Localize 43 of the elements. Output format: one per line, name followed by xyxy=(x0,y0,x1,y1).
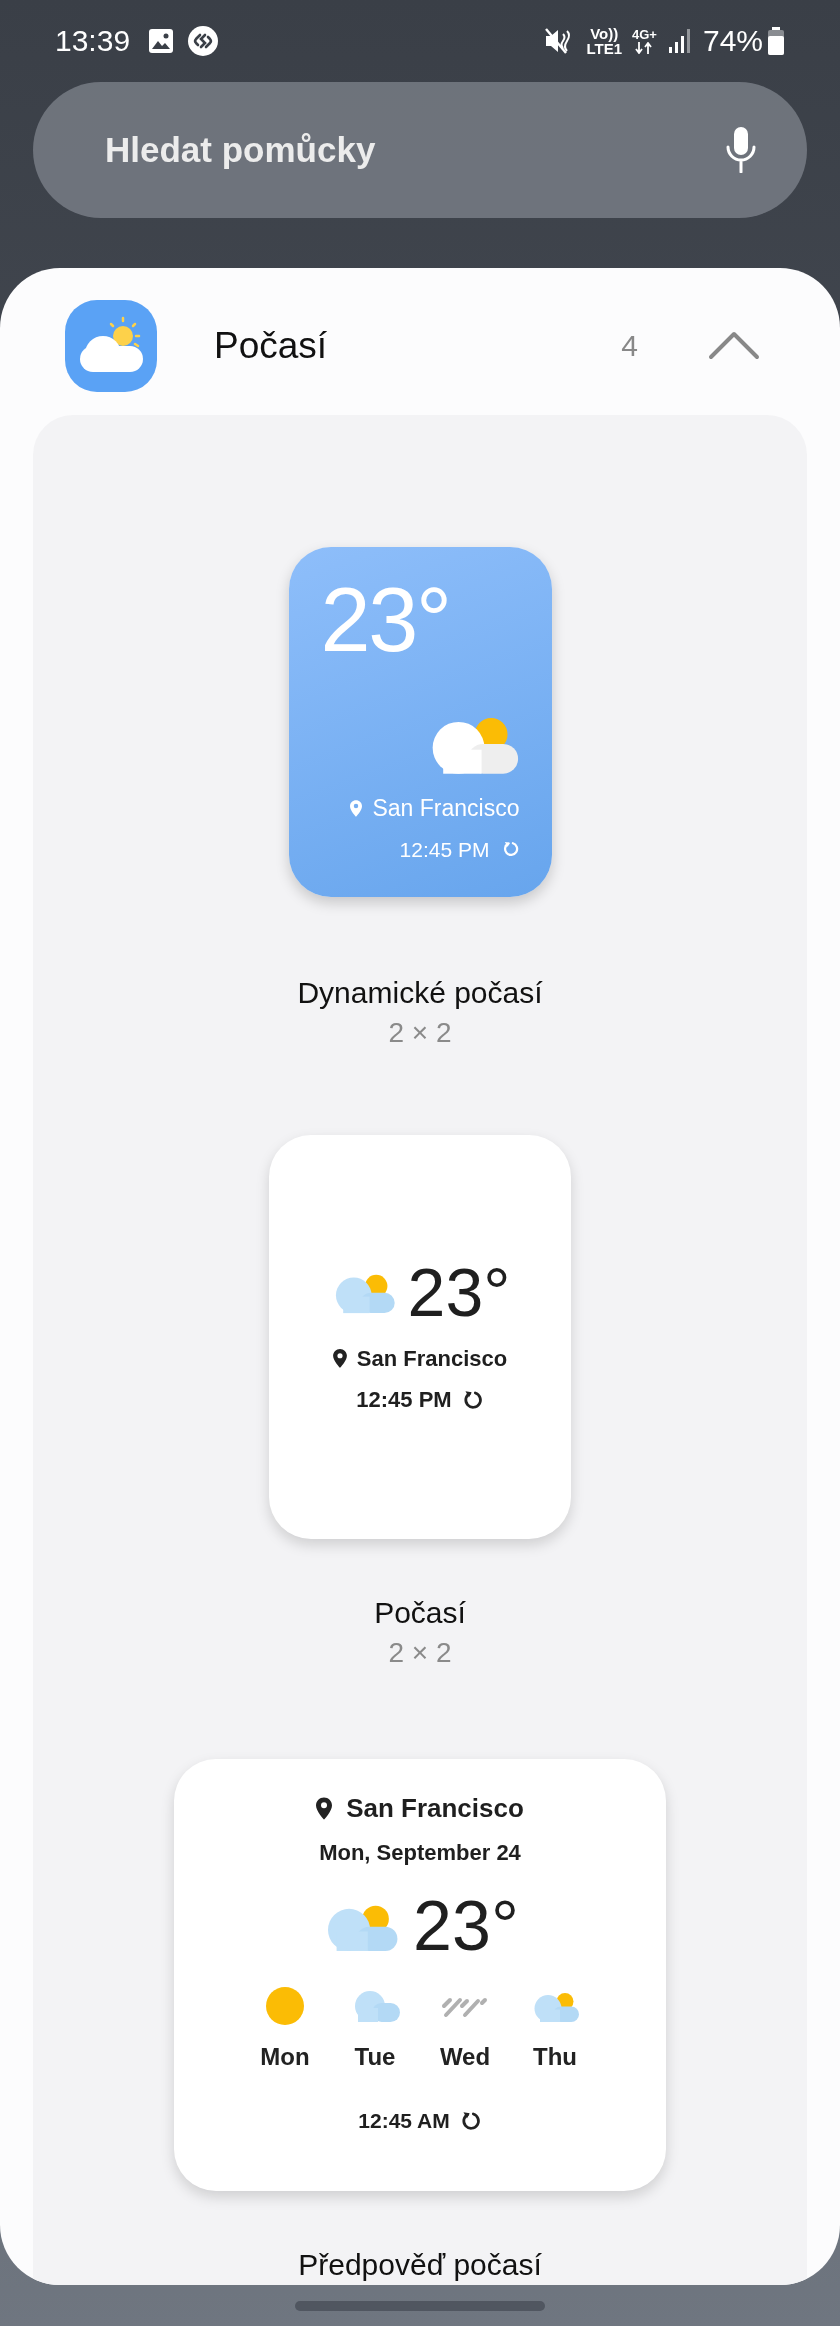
microphone-icon[interactable] xyxy=(725,127,757,173)
search-field[interactable]: Hledat pomůcky xyxy=(33,82,807,218)
widget-size: 2 × 2 xyxy=(388,1016,452,1050)
widget-size: 2 × 2 xyxy=(388,1636,452,1670)
weather-widget[interactable]: 23° San Francisco 12:45 PM xyxy=(269,1135,571,1539)
update-time: 12:45 AM xyxy=(358,2108,450,2134)
location-pin-icon xyxy=(332,1349,347,1368)
refresh-icon[interactable] xyxy=(461,1388,484,1411)
sun-icon xyxy=(265,1986,305,2026)
chevron-icon[interactable] xyxy=(708,330,760,361)
clock: 13:39 xyxy=(55,26,131,56)
battery-icon xyxy=(767,27,785,55)
forecast-day: Wed xyxy=(439,2039,491,2075)
widget-name: Počasí xyxy=(374,1595,466,1631)
update-time: 12:45 PM xyxy=(399,836,490,863)
volte-label: Vo)) xyxy=(590,26,619,41)
gallery-icon xyxy=(148,28,175,54)
location: San Francisco xyxy=(372,794,520,823)
temperature: 23° xyxy=(413,1891,519,1961)
location: San Francisco xyxy=(356,1345,508,1373)
forecast-day: Mon xyxy=(260,2039,310,2075)
widget-name: Předpověď počasí xyxy=(298,2247,542,2283)
data-type-label: 4G+ xyxy=(632,28,657,41)
network-label: LTE1 xyxy=(586,41,622,56)
widget-count: 4 xyxy=(621,328,638,364)
app-name: Počasí xyxy=(214,323,328,368)
date: Mon, September 24 xyxy=(319,1839,521,1867)
temperature: 23° xyxy=(320,575,450,665)
location: San Francisco xyxy=(346,1792,524,1825)
data-arrows-icon xyxy=(634,42,655,54)
swirl-icon xyxy=(188,26,219,56)
refresh-icon[interactable] xyxy=(459,2109,482,2132)
location-pin-icon xyxy=(350,799,363,817)
forecast-day: Thu xyxy=(533,2039,577,2075)
temperature: 23° xyxy=(407,1258,511,1326)
widget-name: Dynamické počasí xyxy=(297,975,543,1011)
signal-icon xyxy=(668,28,693,54)
update-time: 12:45 PM xyxy=(356,1386,452,1414)
battery-percentage: 74% xyxy=(702,26,763,56)
location-pin-icon xyxy=(316,1797,333,1820)
weather-app-icon xyxy=(65,299,157,392)
forecast-widget[interactable]: San Francisco Mon, September 24 23° Mon Tue Wed Thu 12:45 AM xyxy=(174,1759,666,2191)
forecast-day: Tue xyxy=(354,2039,396,2075)
